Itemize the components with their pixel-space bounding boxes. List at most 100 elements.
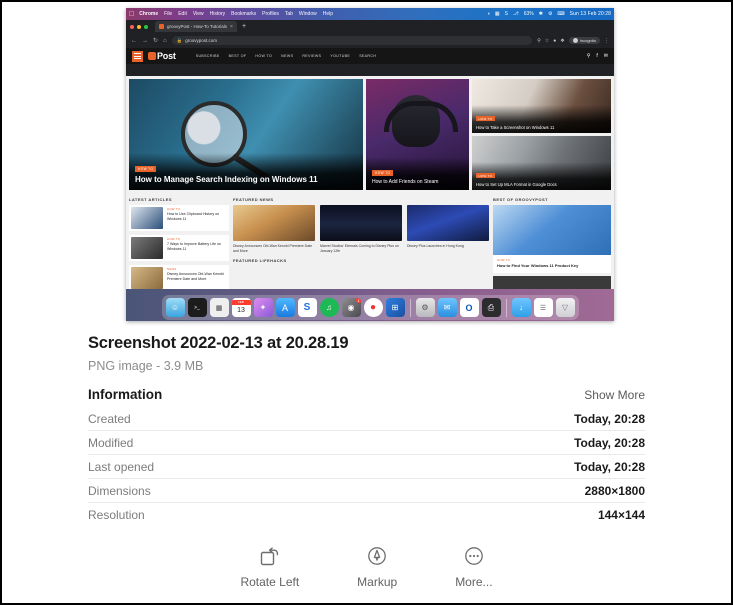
more-button[interactable]: More... [455,545,493,589]
groovypost-logo[interactable]: Post [148,51,176,61]
file-preview-thumbnail[interactable]:  Chrome File Edit View History Bookmark… [126,8,614,321]
show-more-button[interactable]: Show More [584,388,645,402]
dropbox-status-icon[interactable]: ◑ [487,11,490,17]
bluetooth-status-icon[interactable]: ⎇ [513,11,519,17]
address-bar[interactable]: 🔒 groovypost.com [171,36,533,45]
notification-badge: 1 [355,298,361,303]
wifi-status-icon[interactable]: ✱ [539,11,543,17]
chrome-icon: ● [369,302,377,313]
menu-help[interactable]: Help [323,11,333,17]
dock-item-mail[interactable]: ✉ [437,298,457,317]
dock-item-downloads[interactable]: ↓ [511,298,531,317]
featured-lifehacks-heading: FEATURED LIFEHACKS [233,257,287,263]
rotate-left-button[interactable]: Rotate Left [240,545,299,589]
best-of-card[interactable]: HOW TO How to Find Your Windows 11 Produ… [493,205,611,274]
site-nav-best-of[interactable]: BEST OF [229,54,247,58]
minimize-window-button[interactable] [137,24,141,29]
best-of-column: BEST OF GROOVYPOST HOW TO How to Find Yo… [493,193,611,299]
maximize-window-button[interactable] [144,24,148,29]
forward-icon[interactable]: → [142,38,148,44]
dock-item-system-preferences[interactable]: ⚙ [415,298,435,317]
spotlight-search-icon[interactable]: ⌨ [557,11,564,17]
reload-icon[interactable]: ↻ [153,38,158,44]
news-card-image [407,205,489,241]
extension-puzzle-icon[interactable]: ❖ [560,38,564,44]
dock-item-app-store[interactable]: A [275,298,295,317]
apple-logo-icon[interactable]:  [129,11,134,18]
dock-item-calendar[interactable]: FEB 13 [231,298,251,317]
list-item[interactable]: HOW TO How to Use Clipboard History on W… [129,205,229,231]
dock-item-terminal[interactable]: >_ [187,298,207,317]
outlook-icon: O [465,302,473,313]
control-center-icon[interactable]: ⚙ [548,11,552,17]
hero-side-card-1[interactable]: HOW TO How to Take a Screenshot on Windo… [472,79,611,133]
site-nav-news[interactable]: NEWS [281,54,293,58]
back-icon[interactable]: ← [131,38,137,44]
quick-look-preview-window:  Chrome File Edit View History Bookmark… [0,0,733,605]
incognito-profile-chip[interactable]: Incognito [568,37,600,44]
menu-bar-status-items: ◑ ▦ S ⎇ 63% ✱ ⚙ ⌨ Sun 13 Feb 20:28 [487,11,611,17]
menu-edit[interactable]: Edit [178,11,187,17]
more-icon [465,547,483,565]
dock-item-setapp[interactable]: S [297,298,317,317]
list-item[interactable]: HOW TO 7 Ways to Improve Battery Life on… [129,235,229,261]
markup-icon [368,547,387,565]
hero-secondary-tile[interactable]: HOW TO How to Add Friends on Steam [366,79,469,190]
search-icon[interactable]: ⚲ [587,53,591,59]
menu-bar-clock[interactable]: Sun 13 Feb 20:28 [570,11,611,17]
hero-title: How to Manage Search Indexing on Windows… [135,175,318,184]
tab-close-icon[interactable]: × [230,24,233,30]
list-item[interactable]: NEWS Disney Announces Obi-Wan Kenobi Pre… [129,265,229,291]
menu-bookmarks[interactable]: Bookmarks [231,11,256,17]
browser-tab-groovypost[interactable]: groovyPost - How-To Tutorials × [155,21,237,32]
chrome-menu-icon[interactable]: ⋮ [604,38,609,44]
hero-article-secondary[interactable]: HOW TO How to Add Friends on Steam [366,79,469,190]
menu-file[interactable]: File [164,11,172,17]
site-nav-how-to[interactable]: HOW TO [255,54,272,58]
list-item-title: 7 Ways to Improve Battery Life on Window… [167,242,221,251]
hero-article-main[interactable]: HOW TO How to Manage Search Indexing on … [129,79,363,190]
news-card[interactable]: Marvel Studios' Eternals Coming to Disne… [320,205,402,254]
menu-history[interactable]: History [210,11,226,17]
menu-profiles[interactable]: Profiles [262,11,279,17]
menu-chrome[interactable]: Chrome [139,11,158,17]
site-nav-subscribe[interactable]: SUBSCRIBE [196,54,220,58]
dock-item-trash[interactable]: ▽ [555,298,575,317]
dock-item-windows-app[interactable]: ⊞ [385,298,405,317]
browser-tab-strip: groovyPost - How-To Tutorials × + [126,20,614,33]
site-nav-reviews[interactable]: REVIEWS [302,54,321,58]
dock-item-podcasts[interactable]: ◉ 1 [341,298,361,317]
site-nav-search[interactable]: SEARCH [359,54,376,58]
dock-item-chrome[interactable]: ● [363,298,383,317]
menu-tab[interactable]: Tab [285,11,293,17]
site-nav-youtube[interactable]: YOUTUBE [330,54,350,58]
dock-item-finder[interactable]: ☺ [165,298,185,317]
dock-item-spotify[interactable]: ♫ [319,298,339,317]
news-card[interactable]: Disney Announces Obi-Wan Kenobi Premiere… [233,205,315,254]
avatar [572,38,578,43]
new-tab-button[interactable]: + [242,23,246,30]
dock-item-documents[interactable]: ☰ [533,298,553,317]
facebook-icon[interactable]: f [596,53,597,59]
twitter-icon[interactable]: ✉ [604,53,608,59]
home-icon[interactable]: ⌂ [163,38,167,44]
dock-item-launchpad[interactable]: ▦ [209,298,229,317]
news-card[interactable]: Disney Plus Launches in Hong Kong [407,205,489,254]
markup-button[interactable]: Markup [357,545,397,589]
dock-item-printer[interactable]: ⎙ [481,298,501,317]
extension-blue-icon[interactable]: ● [553,38,556,44]
hero-side-card-2[interactable]: HOW TO How to Set Up MLA Format in Googl… [472,136,611,190]
dock-bar: ☺ >_ ▦ FEB 13 ✦ A S ♫ ◉ 1 ● ⊞ ⚙ ✉ O ⎙ ↓ … [161,295,579,320]
grid-status-icon[interactable]: ▦ [495,11,500,17]
battery-percent[interactable]: 63% [524,11,534,17]
dock-item-affinity[interactable]: ✦ [253,298,273,317]
hero-secondary-overlay: HOW TO How to Add Friends on Steam [366,156,469,190]
bookmark-star-icon[interactable]: ☆ [545,38,549,44]
hamburger-menu-icon[interactable] [132,50,143,62]
setapp-status-icon[interactable]: S [505,11,508,17]
menu-view[interactable]: View [193,11,204,17]
close-window-button[interactable] [130,24,134,29]
menu-window[interactable]: Window [299,11,317,17]
dock-item-outlook[interactable]: O [459,298,479,317]
zoom-search-icon[interactable]: ⚲ [537,38,541,44]
